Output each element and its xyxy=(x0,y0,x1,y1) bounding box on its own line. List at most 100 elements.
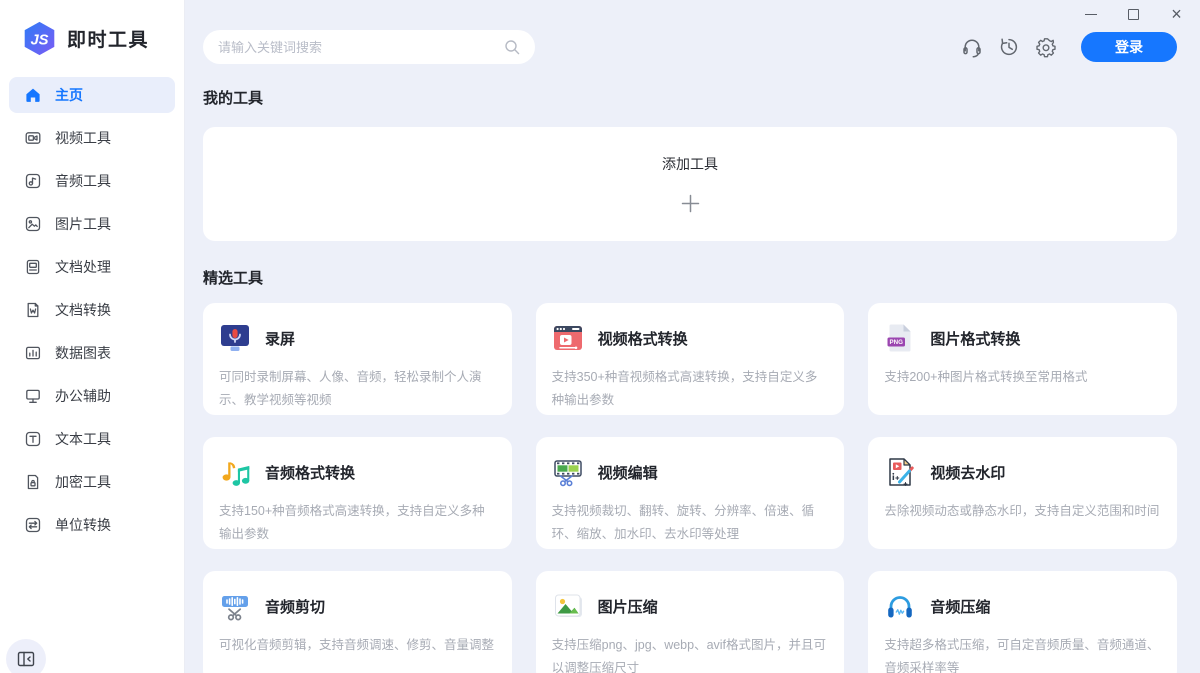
logo-icon: JS xyxy=(21,20,58,57)
sidebar-item-label: 加密工具 xyxy=(55,472,111,492)
video-tools-icon xyxy=(24,129,42,147)
sidebar-item-label: 文档转换 xyxy=(55,300,111,320)
tool-card-desc: 支持压缩png、jpg、webp、avif格式图片，并且可以调整压缩尺寸 xyxy=(552,634,829,673)
tool-card-desc: 支持150+种音频格式高速转换，支持自定义多种输出参数 xyxy=(219,500,496,546)
tool-card-desc: 可视化音频剪辑，支持音频调速、修剪、音量调整 xyxy=(219,634,496,657)
login-button[interactable]: 登录 xyxy=(1081,32,1177,62)
sidebar-item-video-tools[interactable]: 视频工具 xyxy=(9,120,175,156)
tool-card-video-format[interactable]: 视频格式转换 支持350+种音视频格式高速转换，支持自定义多种输出参数 xyxy=(536,303,845,415)
sidebar-item-doc-process[interactable]: 文档处理 xyxy=(9,249,175,285)
featured-tools-title: 精选工具 xyxy=(203,267,1177,288)
window-controls: × xyxy=(1069,0,1198,28)
add-icon xyxy=(680,193,701,214)
maximize-icon xyxy=(1128,9,1139,20)
audio-compress-icon xyxy=(884,590,916,622)
tool-card-desc: 支持超多格式压缩，可自定音频质量、音频通道、音频采样率等 xyxy=(884,634,1161,673)
collapse-sidebar-icon xyxy=(16,649,36,669)
image-tools-icon xyxy=(24,215,42,233)
my-tools-title: 我的工具 xyxy=(203,87,1177,108)
tool-card-title: 图片格式转换 xyxy=(930,328,1020,349)
add-tool-label: 添加工具 xyxy=(662,154,718,174)
history-button[interactable] xyxy=(997,35,1021,59)
tool-card-desc: 去除视频动态或静态水印，支持自定义范围和时间 xyxy=(884,500,1161,523)
sidebar-nav: 主页 视频工具 音频工具 图片工具 xyxy=(0,77,184,543)
app-title: 即时工具 xyxy=(67,25,149,52)
tool-card-title: 录屏 xyxy=(265,328,295,349)
sidebar-item-text-tools[interactable]: 文本工具 xyxy=(9,421,175,457)
tool-card-image-format[interactable]: PNG 图片格式转换 支持200+种图片格式转换至常用格式 xyxy=(868,303,1177,415)
sidebar: JS 即时工具 主页 视频工具 音频工具 xyxy=(0,0,185,673)
search-icon[interactable] xyxy=(504,39,520,55)
tool-card-screen-record[interactable]: 录屏 可同时录制屏幕、人像、音频，轻松录制个人演示、教学视频等视频 xyxy=(203,303,512,415)
search-input[interactable] xyxy=(218,40,504,55)
sidebar-item-doc-convert[interactable]: 文档转换 xyxy=(9,292,175,328)
main-content: × 登录 我的工具 添加工具 xyxy=(185,0,1200,673)
video-format-icon xyxy=(552,322,584,354)
sidebar-item-audio-tools[interactable]: 音频工具 xyxy=(9,163,175,199)
tool-card-desc: 可同时录制屏幕、人像、音频，轻松录制个人演示、教学视频等视频 xyxy=(219,366,496,412)
sidebar-item-label: 办公辅助 xyxy=(55,386,111,406)
sidebar-item-unit-convert[interactable]: 单位转换 xyxy=(9,507,175,543)
svg-text:PNG: PNG xyxy=(890,339,904,346)
tool-card-image-compress[interactable]: 图片压缩 支持压缩png、jpg、webp、avif格式图片，并且可以调整压缩尺… xyxy=(536,571,845,673)
sidebar-item-data-chart[interactable]: 数据图表 xyxy=(9,335,175,371)
video-edit-icon xyxy=(552,456,584,488)
sidebar-item-image-tools[interactable]: 图片工具 xyxy=(9,206,175,242)
sidebar-item-label: 文档处理 xyxy=(55,257,111,277)
screen-record-icon xyxy=(219,322,251,354)
featured-tools-grid: 录屏 可同时录制屏幕、人像、音频，轻松录制个人演示、教学视频等视频 xyxy=(203,303,1177,673)
tool-card-title: 视频格式转换 xyxy=(598,328,688,349)
support-button[interactable] xyxy=(960,35,984,59)
close-button[interactable]: × xyxy=(1155,0,1198,28)
tool-card-title: 音频剪切 xyxy=(265,596,325,617)
sidebar-item-label: 数据图表 xyxy=(55,343,111,363)
search-box[interactable] xyxy=(203,30,535,64)
settings-icon xyxy=(1035,36,1057,58)
sidebar-item-label: 图片工具 xyxy=(55,214,111,234)
doc-convert-icon xyxy=(24,301,42,319)
image-compress-icon xyxy=(552,590,584,622)
tool-card-desc: 支持视频裁切、翻转、旋转、分辨率、倍速、循环、缩放、加水印、去水印等处理 xyxy=(552,500,829,546)
settings-button[interactable] xyxy=(1034,35,1058,59)
app-logo: JS 即时工具 xyxy=(0,0,184,58)
tool-card-audio-compress[interactable]: 音频压缩 支持超多格式压缩，可自定音频质量、音频通道、音频采样率等 xyxy=(868,571,1177,673)
audio-format-icon xyxy=(219,456,251,488)
text-tools-icon xyxy=(24,430,42,448)
minimize-button[interactable] xyxy=(1069,0,1112,28)
sidebar-item-encrypt-tools[interactable]: 加密工具 xyxy=(9,464,175,500)
tool-card-title: 图片压缩 xyxy=(598,596,658,617)
video-watermark-icon xyxy=(884,456,916,488)
tool-card-title: 视频去水印 xyxy=(930,462,1005,483)
tool-card-video-edit[interactable]: 视频编辑 支持视频裁切、翻转、旋转、分辨率、倍速、循环、缩放、加水印、去水印等处… xyxy=(536,437,845,549)
sidebar-item-home[interactable]: 主页 xyxy=(9,77,175,113)
tool-card-audio-cut[interactable]: 音频剪切 可视化音频剪辑，支持音频调速、修剪、音量调整 xyxy=(203,571,512,673)
audio-tools-icon xyxy=(24,172,42,190)
history-icon xyxy=(998,36,1020,58)
sidebar-item-label: 视频工具 xyxy=(55,128,111,148)
encrypt-tools-icon xyxy=(24,473,42,491)
png-file-icon: PNG xyxy=(884,322,916,354)
minimize-icon xyxy=(1085,14,1097,15)
svg-text:JS: JS xyxy=(30,33,48,49)
sidebar-item-label: 单位转换 xyxy=(55,515,111,535)
data-chart-icon xyxy=(24,344,42,362)
tool-card-video-watermark[interactable]: 视频去水印 去除视频动态或静态水印，支持自定义范围和时间 xyxy=(868,437,1177,549)
collapse-sidebar-button[interactable] xyxy=(6,639,46,673)
tool-card-title: 音频格式转换 xyxy=(265,462,355,483)
topbar-actions: 登录 xyxy=(960,32,1177,62)
tool-card-title: 音频压缩 xyxy=(930,596,990,617)
home-icon xyxy=(24,86,42,104)
office-assist-icon xyxy=(24,387,42,405)
headset-icon xyxy=(961,36,983,58)
tool-card-desc: 支持200+种图片格式转换至常用格式 xyxy=(884,366,1161,389)
sidebar-item-label: 文本工具 xyxy=(55,429,111,449)
unit-convert-icon xyxy=(24,516,42,534)
sidebar-item-office-assist[interactable]: 办公辅助 xyxy=(9,378,175,414)
doc-process-icon xyxy=(24,258,42,276)
close-icon: × xyxy=(1171,5,1182,23)
add-tool-card[interactable]: 添加工具 xyxy=(203,127,1177,241)
maximize-button[interactable] xyxy=(1112,0,1155,28)
tool-card-desc: 支持350+种音视频格式高速转换，支持自定义多种输出参数 xyxy=(552,366,829,412)
audio-cut-icon xyxy=(219,590,251,622)
tool-card-audio-format[interactable]: 音频格式转换 支持150+种音频格式高速转换，支持自定义多种输出参数 xyxy=(203,437,512,549)
